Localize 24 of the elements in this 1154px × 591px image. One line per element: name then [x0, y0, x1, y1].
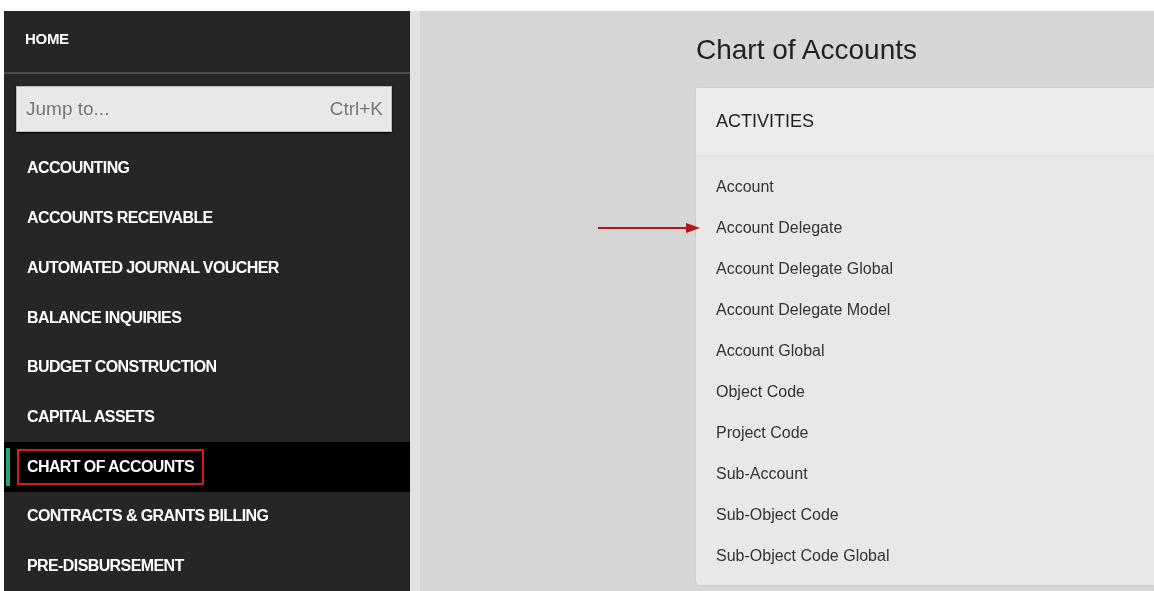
- activity-link[interactable]: Sub-Account: [716, 464, 808, 483]
- activity-link[interactable]: Account Delegate: [716, 218, 843, 237]
- nav-item[interactable]: PRE-DISBURSEMENT: [17, 548, 194, 585]
- activity-link[interactable]: Account: [716, 177, 774, 196]
- activity-link[interactable]: Account Delegate Global: [716, 259, 893, 278]
- card-heading: ACTIVITIES: [716, 111, 814, 132]
- activity-link[interactable]: Account Global: [716, 341, 825, 360]
- nav-item[interactable]: ACCOUNTING: [17, 150, 140, 187]
- activity-link[interactable]: Sub-Object Code Global: [716, 546, 890, 565]
- nav-item[interactable]: BUDGET CONSTRUCTION: [17, 349, 227, 386]
- activity-link[interactable]: Object Code: [716, 382, 805, 401]
- nav-item[interactable]: ACCOUNTS RECEIVABLE: [17, 200, 223, 237]
- nav-item[interactable]: BALANCE INQUIRIES: [17, 299, 192, 336]
- nav-item[interactable]: CONTRACTS & GRANTS BILLING: [17, 498, 279, 535]
- nav-item[interactable]: AUTOMATED JOURNAL VOUCHER: [17, 249, 289, 286]
- nav-item[interactable]: CHART OF ACCOUNTS: [17, 448, 204, 485]
- nav-item[interactable]: CAPITAL ASSETS: [17, 399, 165, 436]
- home-link[interactable]: HOME: [25, 30, 69, 47]
- page-title: Chart of Accounts: [696, 33, 917, 66]
- shortcut-hint: Ctrl+K: [329, 97, 383, 120]
- activity-link[interactable]: Project Code: [716, 423, 809, 442]
- activity-link[interactable]: Account Delegate Model: [716, 300, 891, 319]
- activity-link[interactable]: Sub-Object Code: [716, 505, 839, 524]
- active-indicator: [6, 447, 10, 486]
